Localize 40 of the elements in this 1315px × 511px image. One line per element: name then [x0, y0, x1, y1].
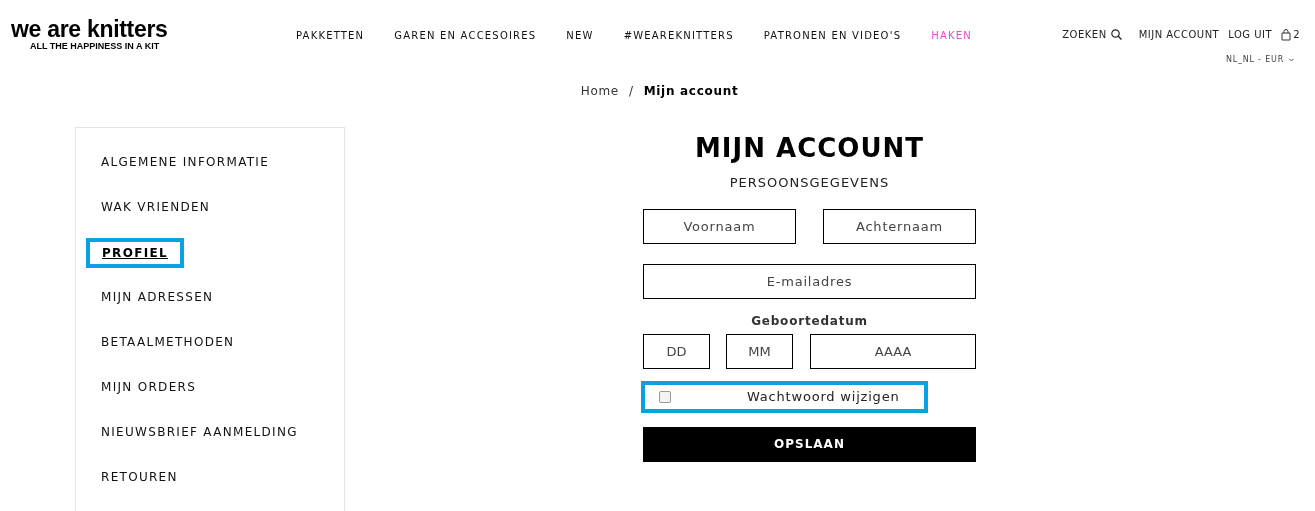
chevron-down-icon: [1289, 58, 1294, 62]
email-field[interactable]: E-mailadres: [643, 263, 976, 299]
nav-link[interactable]: GAREN EN ACCESOIRES: [394, 28, 537, 43]
sidebar-item[interactable]: MIJN ADRESSEN: [101, 289, 214, 305]
breadcrumb-link[interactable]: Home: [580, 82, 619, 100]
nav-link[interactable]: PATRONEN EN VIDEO'S: [763, 28, 902, 43]
logo-tagline: ALL THE HAPPINESS IN A KIT: [30, 41, 160, 51]
sidebar-item[interactable]: WAK VRIENDEN: [101, 199, 211, 215]
logout-link[interactable]: LOG UIT: [1228, 27, 1273, 42]
search-icon: [1110, 29, 1122, 40]
breadcrumb-current: Mijn account: [643, 83, 739, 100]
sidebar-item[interactable]: MIJN ORDERS: [101, 379, 197, 395]
first-name-field[interactable]: Voornaam: [643, 208, 796, 244]
checkbox[interactable]: [659, 390, 671, 403]
last-name-field[interactable]: Achternaam: [823, 208, 976, 244]
account-link[interactable]: MIJN ACCOUNT: [1138, 27, 1220, 42]
change-password-label: Wachtwoord wijzigen: [747, 387, 900, 406]
day-field[interactable]: DD: [643, 333, 710, 369]
search-link[interactable]: ZOEKEN: [1062, 27, 1122, 42]
page-title: MIJN ACCOUNT: [695, 132, 924, 165]
logo-text[interactable]: we are knitters: [11, 17, 168, 41]
cart-link[interactable]: 2: [1281, 27, 1300, 42]
sidebar-item[interactable]: BETAALMETHODEN: [101, 334, 235, 350]
nav-link[interactable]: HAKEN: [931, 28, 972, 43]
save-button[interactable]: OPSLAAN: [643, 426, 976, 462]
month-field[interactable]: MM: [726, 333, 793, 369]
sidebar-item[interactable]: PROFIEL: [86, 238, 184, 268]
highlight-frame[interactable]: Wachtwoord wijzigen: [641, 380, 928, 413]
nav-link[interactable]: #WEAREKNITTERS: [623, 28, 734, 43]
nav-link[interactable]: NEW: [566, 28, 594, 43]
section-heading: PERSOONSGEGEVENS: [729, 174, 890, 192]
breadcrumb-separator: /: [628, 83, 634, 100]
year-field[interactable]: AAAA: [810, 333, 976, 369]
birthdate-label: Geboortedatum: [751, 312, 868, 330]
bag-icon: [1281, 28, 1292, 41]
nav-link[interactable]: PAKKETTEN: [296, 28, 365, 43]
sidebar-item[interactable]: ALGEMENE INFORMATIE: [101, 154, 270, 170]
locale-selector[interactable]: NL_NL - EUR: [1225, 54, 1294, 66]
sidebar-item[interactable]: RETOUREN: [101, 469, 178, 485]
sidebar-item[interactable]: NIEUWSBRIEF AANMELDING: [101, 424, 298, 440]
